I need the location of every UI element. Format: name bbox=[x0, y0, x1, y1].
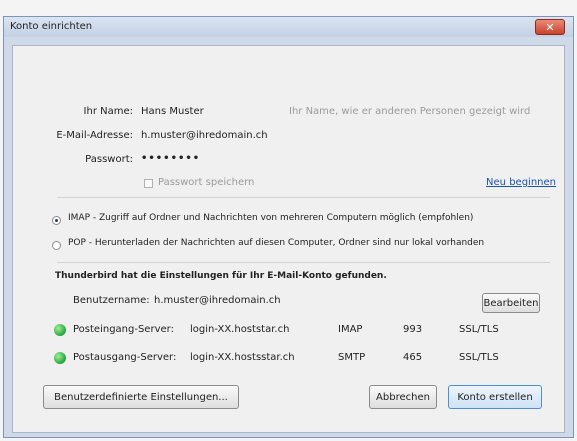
settings-found-heading: Thunderbird hat die Einstellungen für Ih… bbox=[55, 271, 387, 281]
name-label: Ihr Name: bbox=[83, 106, 133, 117]
password-label: Passwort: bbox=[85, 154, 133, 165]
incoming-server-host: login-XX.hoststar.ch bbox=[190, 324, 290, 335]
dialog-content: Ihr Name: Hans Muster Ihr Name, wie er a… bbox=[12, 45, 565, 433]
pop-label: POP - Herunterladen der Nachrichten auf … bbox=[68, 238, 485, 248]
name-field[interactable]: Hans Muster bbox=[141, 106, 204, 117]
email-field[interactable]: h.muster@ihredomain.ch bbox=[141, 130, 268, 141]
username-label: Benutzername: bbox=[73, 295, 150, 306]
outgoing-status-icon bbox=[54, 352, 66, 364]
save-password-label: Passwort speichern bbox=[158, 177, 255, 188]
save-password-checkbox[interactable] bbox=[144, 179, 153, 188]
email-label: E-Mail-Adresse: bbox=[56, 130, 133, 141]
window-title: Konto einrichten bbox=[10, 21, 93, 32]
outgoing-server-protocol: SMTP bbox=[338, 352, 366, 363]
incoming-server-label: Posteingang-Server: bbox=[73, 324, 174, 335]
incoming-server-port: 993 bbox=[403, 324, 423, 335]
restart-link[interactable]: Neu beginnen bbox=[486, 177, 556, 188]
separator-top bbox=[57, 197, 550, 198]
pop-radio[interactable] bbox=[52, 241, 61, 250]
imap-radio[interactable] bbox=[52, 216, 61, 225]
cancel-button[interactable]: Abbrechen bbox=[369, 385, 437, 409]
imap-label: IMAP - Zugriff auf Ordner und Nachrichte… bbox=[68, 213, 474, 223]
incoming-status-icon bbox=[54, 324, 66, 336]
title-bar: Konto einrichten ✕ bbox=[4, 17, 573, 37]
outgoing-server-host: login-XX.hostsstar.ch bbox=[190, 352, 295, 363]
advanced-settings-button[interactable]: Benutzerdefinierte Einstellungen... bbox=[43, 385, 239, 409]
create-account-button[interactable]: Konto erstellen bbox=[448, 385, 542, 409]
close-icon[interactable]: ✕ bbox=[535, 19, 565, 35]
name-hint: Ihr Name, wie er anderen Personen gezeig… bbox=[289, 106, 531, 117]
separator-middle bbox=[57, 262, 550, 263]
password-field[interactable]: •••••••• bbox=[141, 153, 200, 164]
username-value: h.muster@ihredomain.ch bbox=[154, 295, 281, 306]
outgoing-server-security: SSL/TLS bbox=[459, 352, 499, 363]
edit-button[interactable]: Bearbeiten bbox=[482, 293, 540, 313]
incoming-server-protocol: IMAP bbox=[338, 324, 363, 335]
outgoing-server-label: Postausgang-Server: bbox=[73, 352, 177, 363]
account-setup-dialog: Konto einrichten ✕ Ihr Name: Hans Muster… bbox=[3, 16, 574, 438]
outgoing-server-port: 465 bbox=[403, 352, 423, 363]
incoming-server-security: SSL/TLS bbox=[459, 324, 499, 335]
